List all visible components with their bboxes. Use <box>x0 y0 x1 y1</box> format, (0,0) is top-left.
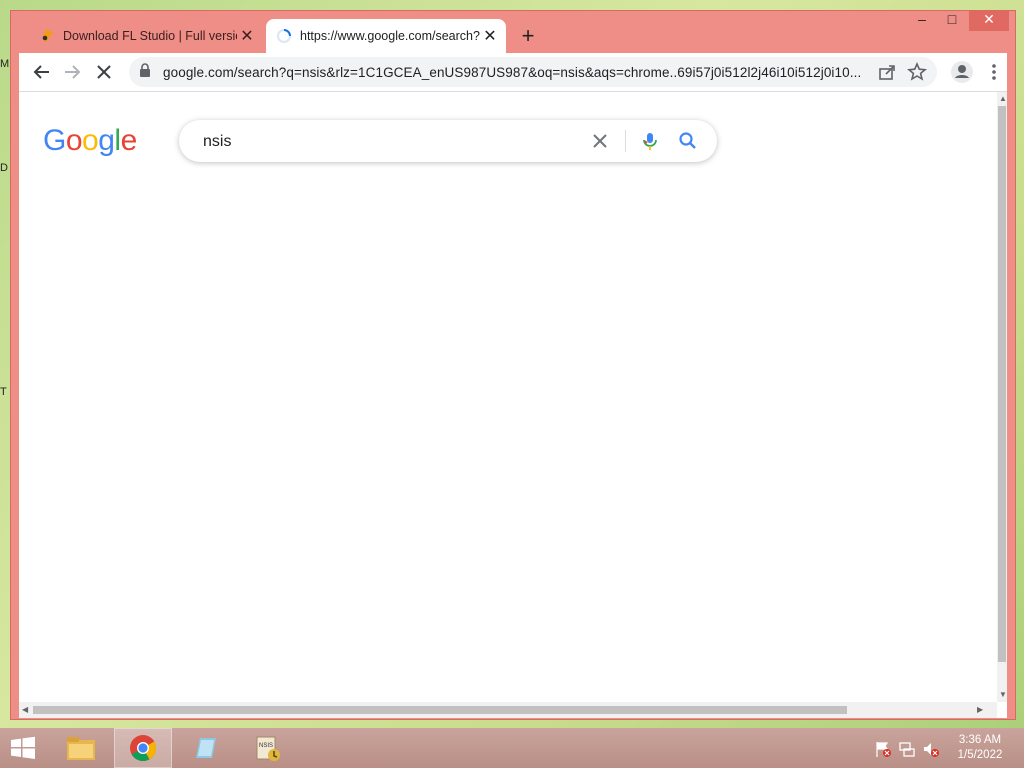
folder-icon <box>67 737 95 760</box>
browser-toolbar: google.com/search?q=nsis&rlz=1C1GCEA_enU… <box>19 53 1007 92</box>
browser-window: Download FL Studio | Full version ✕ http… <box>10 10 1016 720</box>
tab-fl-studio[interactable]: Download FL Studio | Full version ✕ <box>29 19 263 53</box>
desktop-icon-label-fragment: D <box>0 162 8 174</box>
address-bar[interactable]: google.com/search?q=nsis&rlz=1C1GCEA_enU… <box>129 57 937 87</box>
lock-icon <box>139 62 153 82</box>
scroll-right-arrow-icon[interactable]: ▶ <box>977 705 983 714</box>
vertical-scrollbar[interactable]: ▲ ▼ <box>997 92 1007 702</box>
logo-letter: g <box>98 124 115 157</box>
search-divider <box>625 130 626 152</box>
kebab-menu-icon <box>992 64 996 80</box>
arrow-left-icon <box>33 65 49 79</box>
tab-title: Download FL Studio | Full version <box>63 29 237 43</box>
network-icon[interactable] <box>898 740 916 758</box>
clear-search-icon[interactable] <box>589 130 611 152</box>
browser-menu-button[interactable] <box>981 59 1007 85</box>
taskbar-nsis[interactable]: NSIS <box>238 728 296 768</box>
share-icon[interactable] <box>875 60 899 84</box>
scroll-left-arrow-icon[interactable]: ◀ <box>22 705 28 714</box>
taskbar: NSIS 3:36 AM 1/5/2022 <box>0 728 1024 768</box>
logo-letter: o <box>65 124 83 157</box>
horizontal-scrollbar[interactable]: ◀ ▶ <box>19 702 997 718</box>
back-button[interactable] <box>29 59 55 85</box>
loading-spinner-icon <box>276 28 292 44</box>
clock-time: 3:36 AM <box>958 734 1002 746</box>
system-clock[interactable]: 3:36 AM 1/5/2022 <box>942 733 1018 763</box>
tab-strip: Download FL Studio | Full version ✕ http… <box>11 11 1015 53</box>
tab-close-icon[interactable]: ✕ <box>480 26 500 46</box>
start-button[interactable] <box>8 736 38 760</box>
stop-x-icon <box>97 65 111 79</box>
horizontal-scroll-thumb[interactable] <box>33 706 847 714</box>
volume-muted-icon[interactable] <box>922 740 940 758</box>
nsis-installer-icon: NSIS <box>256 736 280 761</box>
windows-logo-icon <box>11 736 35 759</box>
arrow-right-icon <box>65 65 81 79</box>
url-text[interactable]: google.com/search?q=nsis&rlz=1C1GCEA_enU… <box>163 65 869 80</box>
google-logo[interactable]: Google <box>43 124 137 158</box>
scroll-up-arrow-icon[interactable]: ▲ <box>999 94 1007 103</box>
tab-title: https://www.google.com/search?q <box>300 29 480 43</box>
forward-button[interactable] <box>59 59 85 85</box>
logo-letter: G <box>43 124 66 157</box>
logo-letter: o <box>82 124 99 157</box>
close-window-button[interactable]: ✕ <box>969 11 1009 31</box>
tab-close-icon[interactable]: ✕ <box>237 26 257 46</box>
search-input[interactable] <box>201 128 565 156</box>
page-content: Google nsis ▲ ▼ ◀ ▶ <box>19 92 1007 718</box>
profile-button[interactable] <box>949 59 975 85</box>
microphone-icon[interactable] <box>639 130 661 152</box>
action-center-flag-icon[interactable] <box>874 740 892 758</box>
taskbar-file-explorer[interactable] <box>52 728 110 768</box>
vertical-scroll-thumb[interactable] <box>998 106 1006 662</box>
search-icon[interactable] <box>677 130 699 152</box>
desktop-icon-label-fragment: T <box>0 386 7 398</box>
clock-date: 1/5/2022 <box>957 749 1003 761</box>
taskbar-chrome[interactable] <box>114 728 172 768</box>
minimize-button[interactable]: – <box>909 11 935 31</box>
logo-letter: e <box>120 124 138 157</box>
stop-loading-button[interactable] <box>91 59 117 85</box>
desktop-icon-label-fragment: M <box>0 58 10 70</box>
avatar-icon <box>951 61 973 83</box>
notepad-icon <box>196 738 216 758</box>
tab-google-search[interactable]: https://www.google.com/search?q ✕ <box>266 19 506 53</box>
scroll-down-arrow-icon[interactable]: ▼ <box>999 690 1007 699</box>
fl-studio-favicon-icon <box>39 28 55 44</box>
new-tab-button[interactable]: + <box>516 25 540 49</box>
bookmark-star-icon[interactable] <box>905 60 929 84</box>
svg-text:NSIS: NSIS <box>259 743 273 749</box>
chrome-icon <box>130 735 157 762</box>
taskbar-notepad[interactable] <box>176 728 234 768</box>
maximize-button[interactable]: □ <box>939 11 965 31</box>
search-box <box>179 120 717 162</box>
